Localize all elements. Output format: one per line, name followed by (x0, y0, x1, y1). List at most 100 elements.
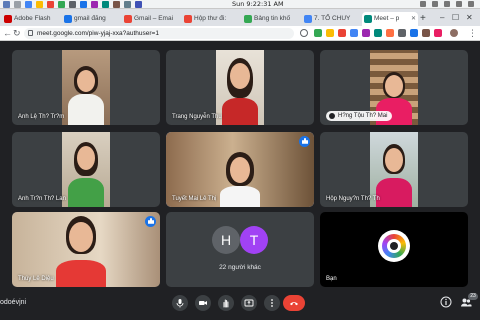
maximize-icon[interactable]: ☐ (452, 12, 459, 24)
system-clock: Sun 9:22:31 AM (232, 0, 284, 8)
close-window-icon[interactable]: ✕ (466, 12, 473, 24)
back-icon[interactable]: ← (3, 27, 12, 39)
video-feed (216, 50, 264, 125)
extension-icon[interactable] (350, 29, 358, 37)
extension-icon[interactable] (422, 29, 430, 37)
other-participants-tile[interactable]: H T 22 người khác (166, 212, 314, 287)
url-text[interactable]: meet.google.com/piw-yjaj-xxa?authuser=1 (37, 28, 159, 39)
raise-hand-icon (223, 299, 229, 308)
close-tab-icon[interactable]: ✕ (411, 12, 416, 26)
browser-menu-icon[interactable]: ⋮ (468, 27, 477, 39)
participant-tile-active[interactable]: Tuyết Mai Lê Thị (166, 132, 314, 207)
app-icon[interactable] (135, 1, 142, 8)
mic-muted-icon (329, 113, 335, 119)
tab-label: Bảng tin khố (254, 15, 291, 22)
tab-classroom[interactable]: Bảng tin khố (242, 12, 298, 26)
speaking-indicator-icon (299, 136, 310, 147)
video-feed (62, 132, 110, 207)
new-tab-icon[interactable]: + (420, 12, 426, 26)
adobe-icon (4, 15, 12, 23)
browser-icon[interactable] (25, 1, 32, 8)
raise-hand-button[interactable] (218, 295, 234, 311)
info-icon[interactable] (440, 296, 452, 308)
participant-name: Tuyết Mai Lê Thị (172, 196, 217, 202)
participant-tile[interactable]: Trang Nguyễn Thu (166, 50, 314, 125)
extension-icon[interactable] (338, 29, 346, 37)
participant-name: Thúy Lê Diệu (18, 276, 54, 282)
participant-tile[interactable]: Thúy Lê Diệu (12, 212, 160, 287)
app-icon[interactable] (69, 1, 76, 8)
app-icon[interactable] (47, 1, 54, 8)
network-icon[interactable] (420, 1, 426, 7)
present-button[interactable] (241, 295, 257, 311)
self-tile[interactable]: Bạn (320, 212, 468, 287)
tab-meet[interactable]: Meet – p ✕ (362, 12, 418, 26)
participant-name: Anh Lệ Th? Tr?m (18, 114, 65, 120)
extension-icon[interactable] (362, 29, 370, 37)
tab-adobe-flash[interactable]: Adobe Flash (2, 12, 58, 26)
extension-icon[interactable] (410, 29, 418, 37)
camera-button[interactable] (195, 295, 211, 311)
extension-icon[interactable] (374, 29, 382, 37)
video-feed (62, 50, 110, 125)
tab-label: 7. TỔ CHUY (314, 15, 351, 22)
extension-icon[interactable] (386, 29, 394, 37)
app-launcher-icon[interactable] (14, 1, 21, 8)
address-bar: ← ↻ meet.google.com/piw-yjaj-xxa?authuse… (0, 26, 480, 41)
tab-label: Hộp thư đi: (194, 15, 227, 22)
power-icon[interactable] (468, 1, 474, 7)
tab-label: Adobe Flash (14, 15, 51, 22)
participant-tile[interactable]: Anh Lệ Th? Tr?m (12, 50, 160, 125)
participant-name: Anh Tr?n Th? Lan (18, 196, 66, 202)
participant-name: Bạn (326, 276, 337, 282)
meet-icon (364, 15, 372, 23)
tab-label: gmail đăng (74, 15, 106, 22)
app-icon[interactable] (102, 1, 109, 8)
star-icon[interactable] (300, 29, 308, 37)
participant-name-pill: H?ng Tộu Th? Mai (326, 111, 393, 121)
meeting-code: odoévjni (0, 299, 27, 306)
participant-tile[interactable]: H?ng Tộu Th? Mai (320, 50, 468, 125)
omnibox[interactable]: meet.google.com/piw-yjaj-xxa?authuser=1 (24, 28, 294, 39)
profile-avatar[interactable] (450, 29, 458, 37)
app-icon[interactable] (80, 1, 87, 8)
classroom-icon (244, 15, 252, 23)
battery-icon[interactable] (444, 1, 450, 7)
others-count: 22 người khác (219, 264, 261, 271)
app-icon[interactable] (58, 1, 65, 8)
meeting-controls: odoévjni 23 (0, 290, 480, 320)
extension-icon[interactable] (326, 29, 334, 37)
app-icon[interactable] (113, 1, 120, 8)
tab-strip: Adobe Flash gmail đăng Gmail – Emai Hộp … (0, 9, 480, 26)
extension-icon[interactable] (434, 29, 442, 37)
end-call-button[interactable] (283, 295, 305, 311)
more-options-button[interactable] (264, 295, 280, 311)
reload-icon[interactable]: ↻ (13, 27, 21, 39)
extension-icon[interactable] (314, 29, 322, 37)
user-icon[interactable] (456, 1, 462, 7)
participant-tile[interactable]: Hộp Nguy?n Th? Th (320, 132, 468, 207)
tab-gmail[interactable]: Gmail – Emai (122, 12, 178, 26)
participant-name: Trang Nguyễn Thu (172, 114, 222, 120)
participant-tile[interactable]: Anh Tr?n Th? Lan (12, 132, 160, 207)
avatar: H (212, 226, 240, 254)
minimize-icon[interactable]: – (440, 12, 444, 24)
google-icon (64, 15, 72, 23)
app-icon[interactable] (91, 1, 98, 8)
tab-topic[interactable]: 7. TỔ CHUY (302, 12, 358, 26)
tab-outbox[interactable]: Hộp thư đi: (182, 12, 238, 26)
app-icon[interactable] (124, 1, 131, 8)
menu-icon[interactable] (3, 1, 10, 8)
files-icon[interactable] (36, 1, 43, 8)
participant-name: H?ng Tộu Th? Mai (338, 113, 388, 119)
mic-button[interactable] (172, 295, 188, 311)
volume-icon[interactable] (432, 1, 438, 7)
tab-gmail-search[interactable]: gmail đăng (62, 12, 118, 26)
gmail-icon (124, 15, 132, 23)
meet-grid: Anh Lệ Th? Tr?m Trang Nguyễn Thu H?ng Tộ… (0, 42, 480, 290)
end-call-icon (290, 302, 298, 306)
camera-icon (199, 301, 207, 305)
participant-count-badge: 23 (468, 293, 478, 300)
extension-icon[interactable] (398, 29, 406, 37)
avatar: T (240, 226, 268, 254)
